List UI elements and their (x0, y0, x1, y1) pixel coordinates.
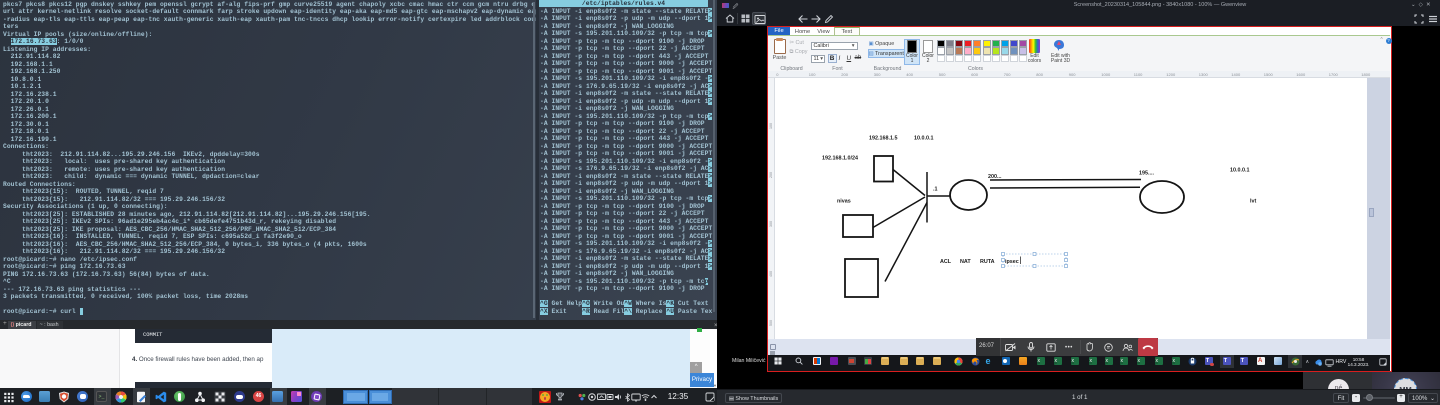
svg-text:NAT: NAT (960, 259, 971, 265)
svg-text:192.168.1.5: 192.168.1.5 (869, 135, 897, 141)
svg-text:10.0.0.1: 10.0.0.1 (1230, 167, 1249, 173)
svg-text:195....: 195.... (1139, 170, 1154, 176)
svg-text:nivas: nivas (837, 198, 851, 204)
svg-text:192.168.1.0/24: 192.168.1.0/24 (822, 155, 858, 161)
svg-text:ipsec: ipsec (1005, 259, 1019, 265)
svg-text:.1: .1 (933, 186, 938, 192)
svg-text:lvt: lvt (1250, 198, 1256, 204)
svg-text:RUTA: RUTA (980, 259, 995, 265)
svg-text:10.0.0.1: 10.0.0.1 (914, 135, 933, 141)
svg-text:ACL: ACL (940, 259, 952, 265)
svg-text:200...: 200... (988, 174, 1002, 180)
